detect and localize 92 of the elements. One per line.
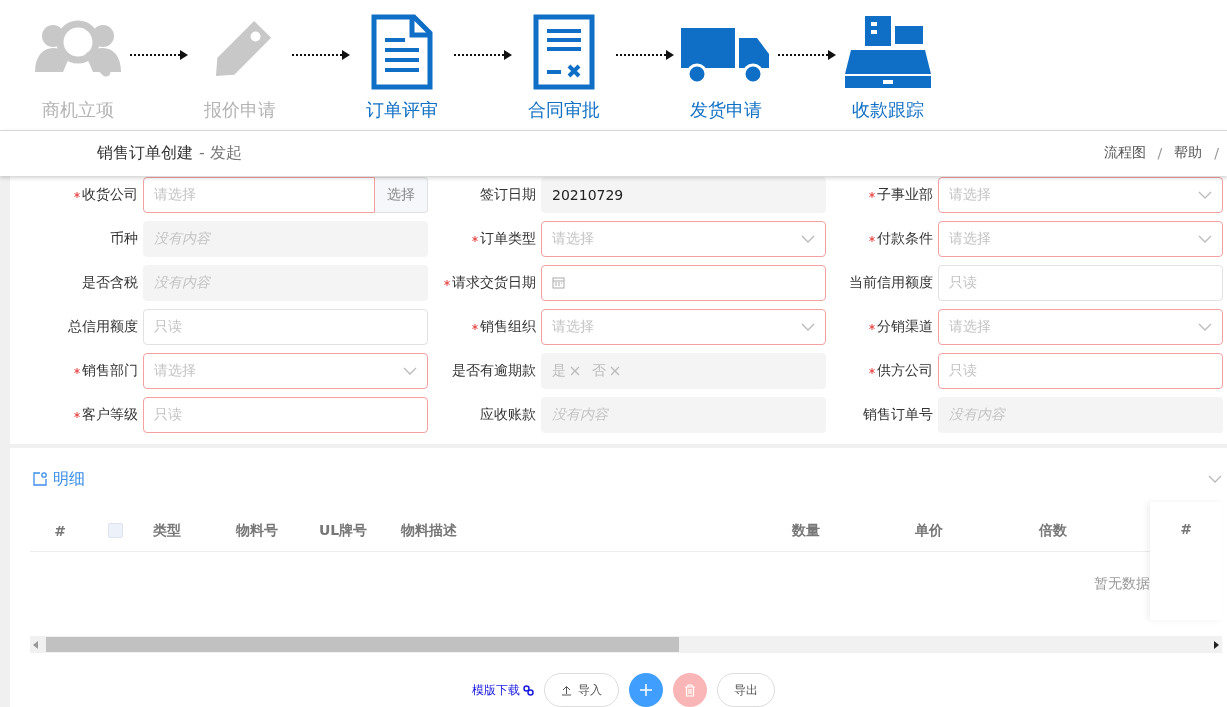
placeholder: 请选择: [154, 185, 196, 204]
separator: /: [1157, 145, 1163, 162]
input-field[interactable]: 只读: [143, 308, 428, 345]
step-label[interactable]: 合同审批: [528, 98, 600, 122]
column-header: 物料号: [234, 521, 279, 540]
add-button[interactable]: [629, 673, 663, 707]
select-field[interactable]: 请选择: [541, 220, 826, 257]
page-subtitle: - 发起: [199, 142, 242, 164]
column-header: 倍数: [1038, 521, 1068, 540]
tag: 是: [552, 361, 580, 380]
step-label[interactable]: 订单评审: [366, 98, 438, 122]
empty-text: 暂无数据: [1094, 574, 1150, 593]
column-header: 数量: [791, 521, 821, 540]
field-label: 签订日期: [480, 185, 536, 204]
step-label[interactable]: 商机立项: [42, 98, 114, 122]
chevron-down-icon: [1198, 190, 1212, 199]
separator: /: [1214, 145, 1219, 162]
collapse-icon: [1208, 475, 1222, 483]
field-label: 当前信用额度: [849, 273, 933, 292]
column-header: UL牌号: [318, 521, 369, 540]
placeholder: 请选择: [949, 317, 991, 336]
checkbox[interactable]: [108, 523, 123, 538]
chevron-down-icon: [1198, 322, 1212, 331]
arrow-icon: [616, 50, 674, 60]
calendar-icon: [552, 276, 565, 290]
field-label: 销售订单号: [863, 405, 933, 424]
step-label[interactable]: 报价申请: [204, 98, 276, 122]
scrollbar[interactable]: [30, 636, 1222, 653]
placeholder: 请选择: [154, 361, 196, 380]
chevron-down-icon: [1198, 234, 1212, 243]
select-button[interactable]: 选择: [375, 176, 428, 213]
scrollbar-thumb[interactable]: [46, 637, 679, 652]
input-field[interactable]: 只读: [938, 352, 1223, 389]
input-field[interactable]: 只读: [143, 396, 428, 433]
field-label: 请求交货日期: [452, 273, 536, 292]
select-field[interactable]: 请选择: [938, 176, 1223, 213]
placeholder: 只读: [154, 317, 182, 336]
field-label: 总信用额度: [68, 317, 138, 336]
section-title: 明细: [53, 468, 85, 490]
chevron-down-icon: [403, 366, 417, 375]
select-field[interactable]: 请选择: [938, 308, 1223, 345]
header-link[interactable]: 流程图: [1103, 144, 1146, 163]
field-label: 是否有逾期款: [452, 361, 536, 380]
field-label: 收货公司: [82, 185, 138, 204]
field-label: 销售部门: [82, 361, 138, 380]
step-label[interactable]: 收款跟踪: [852, 98, 924, 122]
arrow-icon: [454, 50, 512, 60]
placeholder: 只读: [949, 273, 977, 292]
column-header: #: [1180, 521, 1192, 539]
cash-register-icon: [843, 14, 933, 90]
export-button[interactable]: 导出: [717, 673, 775, 707]
field-label: 客户等级: [82, 405, 138, 424]
column-header: 物料描述: [399, 521, 458, 540]
arrow-icon: [292, 50, 350, 60]
template-download-link[interactable]: 模版下载: [472, 681, 534, 699]
placeholder: 只读: [154, 405, 182, 424]
field-label: 供方公司: [877, 361, 933, 380]
page-title: 销售订单创建: [97, 142, 193, 164]
link-icon: [523, 684, 534, 696]
field-label: 分销渠道: [877, 317, 933, 336]
input-field[interactable]: 只读: [938, 264, 1223, 301]
chevron-down-icon: [801, 322, 815, 331]
column-header: 单价: [914, 521, 944, 540]
trash-icon: [684, 683, 696, 697]
placeholder: 只读: [949, 361, 977, 380]
edit-note-icon: [33, 472, 47, 486]
field-label: 付款条件: [877, 229, 933, 248]
placeholder: 请选择: [552, 229, 594, 248]
arrow-icon: [778, 50, 836, 60]
placeholder: 请选择: [949, 185, 991, 204]
import-button[interactable]: 导入: [544, 673, 619, 707]
placeholder: 请选择: [949, 229, 991, 248]
field-label: 币种: [110, 229, 138, 248]
column-header: 类型: [152, 521, 182, 540]
field-label: 销售组织: [480, 317, 536, 336]
plus-icon: [640, 684, 652, 696]
field-label: 子事业部: [877, 185, 933, 204]
chevron-down-icon: [801, 234, 815, 243]
arrow-icon: [130, 50, 188, 60]
column-header: #: [53, 522, 67, 539]
upload-icon: [561, 684, 572, 696]
select-field[interactable]: 请选择: [938, 220, 1223, 257]
select-field[interactable]: 请选择: [541, 308, 826, 345]
date-field[interactable]: [541, 264, 826, 301]
step-label[interactable]: 发货申请: [690, 98, 762, 122]
field-label: 是否含税: [82, 273, 138, 292]
field-label: 应收账款: [480, 405, 536, 424]
placeholder: 请选择: [552, 317, 594, 336]
select-field[interactable]: 请选择: [143, 352, 428, 389]
field-label: 订单类型: [480, 229, 536, 248]
header-link[interactable]: 帮助: [1174, 144, 1203, 163]
input-field[interactable]: 请选择: [143, 176, 375, 213]
